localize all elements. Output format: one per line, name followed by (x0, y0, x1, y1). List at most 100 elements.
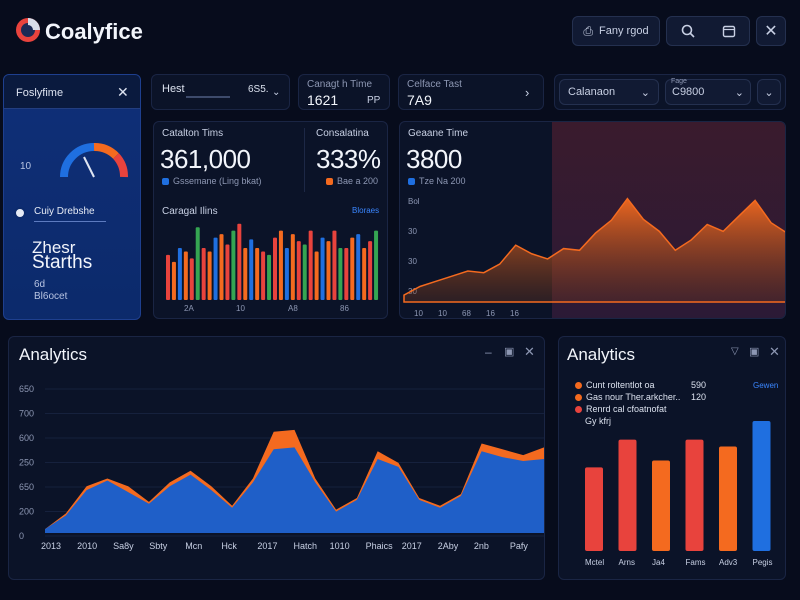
x-tick-label: 1010 (330, 541, 350, 551)
top-bar: Coalyfice ⎙ Fany rgod ✕ (0, 0, 800, 62)
side-big-text-2: Starths (32, 252, 93, 273)
bar (171, 261, 176, 300)
user-name: Cuiy Drebshe (34, 206, 95, 217)
analytics-bar-chart: Mctel Arns Ja4 Fams Adv3 Pegis (585, 421, 773, 567)
bar (374, 230, 379, 300)
search-button[interactable] (666, 16, 750, 46)
y-tick-label: 200 (19, 507, 34, 517)
analytics-title: Analytics (19, 345, 88, 364)
divider (34, 221, 106, 222)
x-tick-label: Sa8y (113, 541, 134, 551)
bar (207, 251, 212, 300)
x-tick-label: 2A (184, 304, 194, 312)
kpi-value: 333% (316, 144, 381, 174)
bar (332, 230, 337, 300)
kpi-legend: Gssemane (Ling bkat) (162, 176, 262, 186)
calendar-icon (722, 25, 735, 38)
x-tick-label: Arns (619, 558, 635, 567)
bar (213, 237, 218, 300)
close-button[interactable]: ✕ (769, 344, 780, 360)
legend-item: Gas nour Ther.arkcher.. 120 (575, 391, 706, 403)
x-tick-label: 16 (486, 309, 495, 318)
restore-button[interactable]: ▣ (504, 345, 514, 358)
header-pill-button[interactable]: ⎙ Fany rgod (572, 16, 660, 46)
x-tick-label: 2010 (77, 541, 97, 551)
bar (296, 241, 301, 300)
y-tick-label: 650 (19, 384, 34, 394)
stat-card-time[interactable]: Canagt h Time 1621 PP (298, 74, 390, 110)
kpi-legend-text: Gssemane (Ling bkat) (173, 176, 262, 186)
legend-value: 590 (691, 380, 707, 390)
legend-label: Renrd cal cfoatnofat (586, 404, 667, 414)
bar (752, 421, 771, 551)
bar (231, 230, 236, 300)
close-icon: ✕ (117, 84, 129, 100)
analytics-side-link[interactable]: Gewen (753, 381, 778, 390)
kpi-legend: Tze Na 200 (408, 176, 466, 186)
bar (338, 248, 343, 300)
calendar-select[interactable]: Calanaon ⌄ (559, 79, 659, 105)
bar (225, 244, 230, 300)
time-panel: Geaane Time 3800 Tze Na 200 Bol303030 10… (399, 121, 786, 319)
x-tick-label: 86 (340, 304, 349, 312)
bar-chart-link[interactable]: Bloraes (352, 206, 379, 215)
kpi-legend: Bae a 200 (326, 176, 378, 186)
stat-card-celface[interactable]: Celface Tast 7A9 › (398, 74, 544, 110)
bar (195, 227, 200, 300)
stat-track (186, 96, 230, 98)
x-tick-label: Hck (221, 541, 237, 551)
x-tick-label: Mcn (185, 541, 202, 551)
stat-label: Hest (162, 83, 185, 95)
side-card-close-button[interactable]: ✕ (117, 84, 129, 101)
stat-value: 1621 (307, 92, 339, 108)
bar (350, 237, 355, 300)
analytics-area-chart: 650 700 600 250 650 200 0 2013 2010 Sa8y Sbty Mcn H… (19, 384, 544, 551)
close-window-button[interactable]: ✕ (756, 16, 786, 46)
analytics-main-panel: Analytics – ▣ ✕ 650 700 600 250 650 200 0 2013… (8, 336, 545, 580)
y-tick-label: 0 (19, 531, 24, 541)
bar (356, 234, 361, 300)
x-tick-label: 2017 (257, 541, 277, 551)
bar (201, 248, 206, 300)
kpi-value: 3800 (406, 144, 462, 174)
value-select-stepper[interactable]: ⌄ (757, 79, 781, 105)
bar (362, 248, 367, 300)
kpi-legend-text: Bae a 200 (337, 176, 379, 186)
bar (278, 230, 283, 300)
y-tick-label: 600 (19, 433, 34, 443)
area-series-blue (45, 447, 544, 533)
bar (368, 241, 373, 300)
chevron-down-icon: ⌄ (734, 86, 744, 99)
restore-icon: ▣ (504, 346, 515, 358)
bar (177, 248, 182, 300)
bar (314, 251, 319, 300)
bar (273, 237, 277, 300)
bar (219, 234, 224, 300)
x-tick-label: Ja4 (652, 558, 665, 567)
print-icon: ⎙ (583, 23, 594, 38)
restore-button[interactable]: ▣ (749, 345, 759, 358)
stat-suffix: PP (367, 95, 381, 106)
y-tick-label: 700 (19, 409, 34, 419)
y-tick-label: 30 (408, 257, 417, 266)
bar (652, 460, 670, 551)
x-tick-label: A8 (288, 304, 298, 312)
bar (284, 248, 289, 300)
app-name: Coalyfice (45, 19, 143, 44)
restore-icon: ▣ (749, 346, 760, 358)
side-card: Foslyfime ✕ 10 Cuiy Drebshe Zhesr Starth… (3, 74, 141, 320)
minimize-button[interactable]: – (485, 345, 492, 359)
x-tick-label: Pafy (510, 541, 529, 551)
close-button[interactable]: ✕ (524, 344, 535, 360)
x-tick-label: 2013 (41, 541, 61, 551)
stat-value: 6S5. (248, 84, 269, 95)
y-tick-label: 650 (19, 482, 34, 492)
x-tick-label: 10 (414, 309, 423, 318)
stat-card-host[interactable]: Hest 6S5. ⌄ (151, 74, 290, 110)
filter-button[interactable]: ▽ (731, 346, 739, 357)
bar (719, 446, 737, 551)
bar (267, 254, 272, 300)
bar (249, 239, 254, 300)
bar (237, 223, 242, 300)
x-tick-label: 68 (462, 309, 471, 318)
